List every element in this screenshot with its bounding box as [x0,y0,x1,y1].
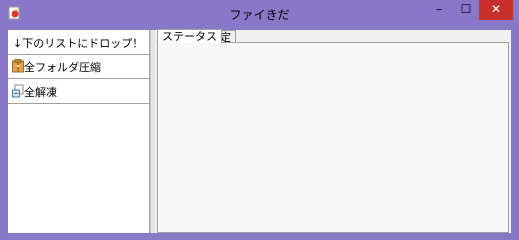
extract-all-button[interactable]: 全解凍 [8,79,149,104]
minimize-icon: – [436,2,442,16]
minimize-button[interactable]: – [426,0,452,20]
left-panel: ↓下のリストにドロップ！ 全フォルダ圧縮 全解凍 [8,30,150,233]
right-panel: ステータス 設定 [155,29,511,233]
tab-status[interactable]: ステータス [157,29,222,43]
compress-all-label: 全フォルダ圧縮 [24,61,101,74]
maximize-icon: ☐ [460,2,472,16]
compress-all-button[interactable]: 全フォルダ圧縮 [8,54,149,79]
drop-target-item[interactable]: ↓下のリストにドロップ！ [8,30,149,55]
drop-target-label: ↓下のリストにドロップ！ [13,37,144,50]
maximize-button[interactable]: ☐ [453,0,479,20]
client-area: ↓下のリストにドロップ！ 全フォルダ圧縮 全解凍 ステータス [8,29,511,233]
extract-icon [12,84,24,98]
close-icon: ✕ [490,2,502,16]
close-button[interactable]: ✕ [479,0,513,20]
archive-icon [12,59,24,73]
extract-all-label: 全解凍 [24,86,57,99]
status-tab-content [157,42,509,233]
title-bar[interactable]: ファイきだ – ☐ ✕ [0,0,519,28]
app-window: ファイきだ – ☐ ✕ ↓下のリストにドロップ！ 全フォルダ圧縮 全解凍 ステー… [0,0,519,240]
